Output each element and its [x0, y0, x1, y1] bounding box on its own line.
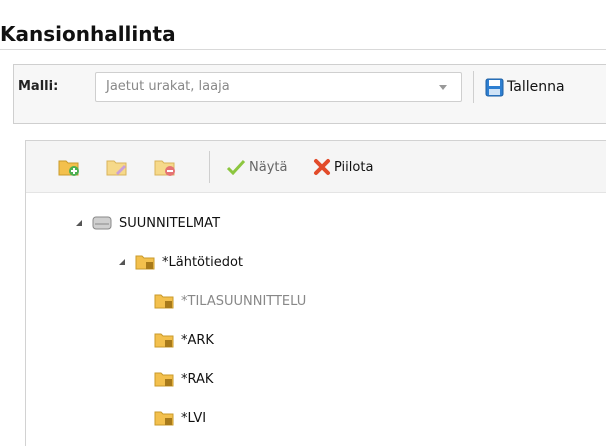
tree-node-folder[interactable]: *Lähtötiedot	[119, 250, 243, 274]
collapse-arrow-icon[interactable]	[76, 220, 82, 226]
delete-folder-icon[interactable]	[154, 156, 176, 178]
add-folder-icon[interactable]	[58, 156, 80, 178]
tree-node-child[interactable]: *ARK	[154, 328, 214, 352]
collapse-arrow-icon[interactable]	[119, 259, 125, 265]
tree-node-label: *TILASUUNNITTELU	[181, 293, 307, 309]
show-button[interactable]: Näytä	[226, 155, 287, 179]
locked-folder-icon	[154, 411, 174, 426]
panel-header: Kansionhallinta	[0, 0, 606, 50]
template-label: Malli:	[18, 79, 59, 94]
tree-node-label: *RAK	[181, 371, 214, 387]
chevron-down-icon[interactable]	[439, 85, 447, 90]
template-toolbar: Malli: Jaetut urakat, laaja Tallenna	[13, 64, 606, 124]
tree-toolbar-divider	[209, 151, 210, 183]
locked-folder-icon	[135, 255, 155, 270]
panel-title: Kansionhallinta	[0, 22, 176, 46]
tree-node-label: *Lähtötiedot	[162, 254, 244, 270]
floppy-disk-icon	[485, 78, 504, 96]
hide-button[interactable]: Piilota	[313, 155, 373, 179]
show-label: Näytä	[249, 159, 288, 175]
tree-toolbar: Näytä Piilota	[26, 141, 606, 193]
tree-node-child[interactable]: *LVI	[154, 406, 206, 430]
locked-folder-icon	[154, 372, 174, 387]
template-select-value: Jaetut urakat, laaja	[106, 79, 230, 94]
tree-node-child[interactable]: *RAK	[154, 367, 213, 391]
tree-node-child[interactable]: *TILASUUNNITTELU	[154, 289, 306, 313]
edit-folder-icon[interactable]	[106, 156, 128, 178]
locked-folder-icon	[154, 294, 174, 309]
folder-tree-panel: Näytä Piilota SUUNNITELMAT *Lähtötiedot …	[25, 140, 606, 446]
tree-node-root[interactable]: SUUNNITELMAT	[76, 211, 220, 235]
save-button[interactable]: Tallenna	[485, 72, 565, 102]
locked-folder-icon	[154, 333, 174, 348]
tree-node-label: *ARK	[181, 332, 214, 348]
hide-label: Piilota	[334, 159, 374, 175]
cross-icon	[314, 159, 330, 175]
checkmark-icon	[226, 159, 246, 175]
toolbar-divider	[473, 71, 474, 103]
drive-icon	[92, 216, 112, 230]
tree-node-label: *LVI	[181, 410, 207, 426]
template-select[interactable]: Jaetut urakat, laaja	[95, 72, 462, 102]
save-label: Tallenna	[507, 79, 565, 95]
tree-node-label: SUUNNITELMAT	[119, 215, 221, 231]
